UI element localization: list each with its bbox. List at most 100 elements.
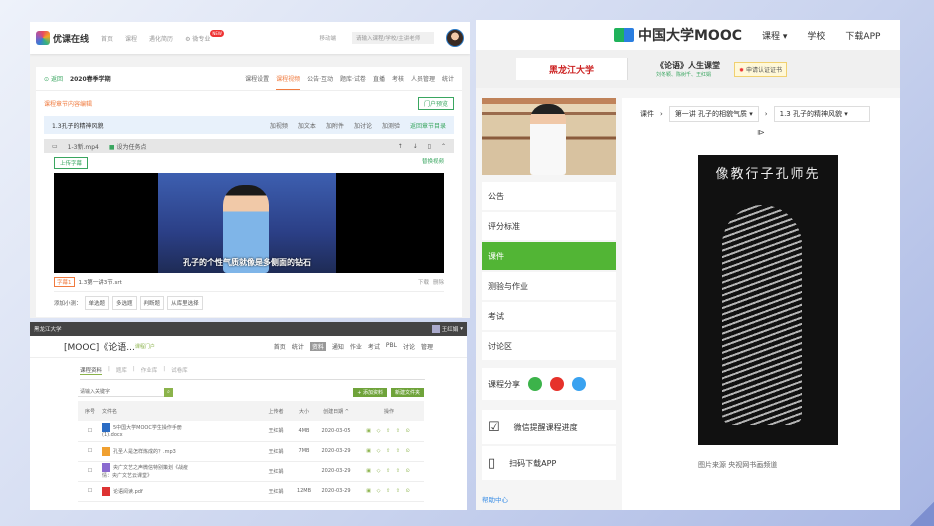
col-filename[interactable]: 文件名 <box>102 401 262 421</box>
add-discussion-button[interactable]: 加讨论 <box>354 121 372 130</box>
delete-link[interactable]: 删除 <box>433 278 444 286</box>
move-up-icon[interactable]: ↑ <box>398 143 403 150</box>
tab-videos[interactable]: 课程视频 <box>276 74 301 90</box>
nav-home[interactable]: 首页 <box>101 34 113 43</box>
menu-quizzes[interactable]: 测验与作业 <box>482 272 616 300</box>
upload-subtitle-button[interactable]: 上传字幕 <box>54 157 89 169</box>
back-catalog-link[interactable]: 返回章节目录 <box>410 121 446 130</box>
nav-materials[interactable]: 资料 <box>309 342 326 351</box>
task-point-checkbox[interactable]: ■ 设为任务点 <box>109 142 147 151</box>
menu-exam[interactable]: 考试 <box>482 302 616 330</box>
mobile-link[interactable]: 移动端 <box>315 32 340 44</box>
qq-icon[interactable] <box>572 377 586 391</box>
replace-video-link[interactable]: 替换视频 <box>422 157 444 169</box>
new-badge: NEW <box>210 29 224 37</box>
row-actions[interactable]: ▣ ◇ ⇧ ⇧ ⊙ <box>354 441 424 462</box>
university-logo[interactable]: 黑龙江大学 <box>516 58 628 80</box>
nav-discussion[interactable]: 讨论 <box>403 342 415 351</box>
tab-assessment[interactable]: 考核 <box>392 74 404 83</box>
subtab-materials[interactable]: 课程资料 <box>80 366 103 375</box>
tab-interaction[interactable]: 公告·互动 <box>307 74 333 83</box>
nav-exam[interactable]: 考试 <box>368 342 380 351</box>
nav-course[interactable]: 课程 <box>125 34 137 43</box>
add-attachment-button[interactable]: 加附件 <box>326 121 344 130</box>
nav-schools[interactable]: 学校 <box>807 29 825 42</box>
add-material-button[interactable]: + 添加资料 <box>353 388 387 397</box>
nav-courses[interactable]: 课程 ▾ <box>762 29 787 42</box>
file-name-cell[interactable]: 孔圣人是怎样炼成的？.mp3 <box>102 441 262 462</box>
avatar[interactable] <box>446 29 464 47</box>
from-bank-button[interactable]: 从库里选择 <box>167 296 203 310</box>
add-video-button[interactable]: 加视频 <box>270 121 288 130</box>
nav-notice[interactable]: 通知 <box>332 342 344 351</box>
file-name-cell[interactable]: 央广文艺之声微信特别策划《战疫 情：央广文艺云课堂》 <box>102 461 262 482</box>
mooc-header: 中国大学MOOC 课程 ▾ 学校 下载APP <box>476 20 900 50</box>
row-checkbox[interactable]: ☐ <box>78 441 102 462</box>
row-checkbox[interactable]: ☐ <box>78 481 102 502</box>
lesson-select[interactable]: 1.3 孔子的精神风貌 ▾ <box>773 106 870 122</box>
back-link[interactable]: ⊙ 返回 <box>44 74 63 83</box>
single-choice-button[interactable]: 单选题 <box>84 296 110 310</box>
nav-homework[interactable]: 作业 <box>350 342 362 351</box>
crumb-courseware[interactable]: 课件 <box>640 109 654 119</box>
tab-members[interactable]: 人员管理 <box>411 74 435 83</box>
user-menu[interactable]: 王红娟 ▾ <box>431 325 463 333</box>
video-row: ▭ 1-3新.mp4 ■ 设为任务点 ↑ ↓ ▯ ⌃ <box>44 139 454 153</box>
help-center-link[interactable]: 帮助中心 <box>482 494 508 504</box>
materials-table: 序号 文件名 上传者 大小 创建日期 ^ 操作 ☐ 5中国大学MOOC学生操作手… <box>78 401 424 502</box>
move-down-icon[interactable]: ↓ <box>413 143 418 150</box>
search-icon[interactable]: ⌕ <box>164 388 173 397</box>
download-link[interactable]: 下载 <box>418 278 429 286</box>
menu-announcements[interactable]: 公告 <box>482 182 616 210</box>
portal-preview-button[interactable]: 门户预览 <box>417 97 454 110</box>
subtab-question-bank[interactable]: 题库 <box>116 366 127 375</box>
nav-manage[interactable]: 管理 <box>421 342 433 351</box>
subtab-paper-bank[interactable]: 试卷库 <box>171 366 188 375</box>
upload-row: 上传字幕 替换视频 <box>36 153 462 173</box>
tab-settings[interactable]: 课程设置 <box>245 74 269 83</box>
tab-question-bank[interactable]: 题库·试卷 <box>340 74 366 83</box>
file-name-cell[interactable]: 论语阅读.pdf <box>102 481 262 502</box>
row-actions[interactable]: ▣ ◇ ⇧ ⇧ ⊙ <box>354 421 424 442</box>
tab-live[interactable]: 直播 <box>373 74 385 83</box>
add-quiz-button[interactable]: 加测验 <box>382 121 400 130</box>
new-folder-button[interactable]: 新建文件夹 <box>390 388 424 397</box>
nav-resume[interactable]: 遇化简历 <box>149 34 173 43</box>
wechat-remind[interactable]: ☑ 微信提醒课程进度 <box>482 410 616 444</box>
true-false-button[interactable]: 判断题 <box>139 296 165 310</box>
add-text-button[interactable]: 加文本 <box>298 121 316 130</box>
nav-micro[interactable]: ⚙ 微专业NEW <box>185 29 224 43</box>
search-input[interactable]: 请输入课程/学校/主讲老师 <box>352 32 434 44</box>
keyword-search-input[interactable]: 请输入关键字 <box>78 388 164 397</box>
multi-choice-button[interactable]: 多选题 <box>112 296 137 310</box>
nav-stats[interactable]: 统计 <box>292 342 304 351</box>
trash-icon[interactable]: ▯ <box>428 143 431 150</box>
subtab-homework-bank[interactable]: 作业库 <box>141 366 158 375</box>
play-icon[interactable]: ⧐ <box>622 128 900 137</box>
menu-courseware[interactable]: 课件 <box>482 242 616 270</box>
col-date[interactable]: 创建日期 ^ <box>318 401 354 421</box>
nav-pbl[interactable]: PBL <box>386 342 397 351</box>
nav-download-app[interactable]: 下载APP <box>845 29 880 42</box>
row-checkbox[interactable]: ☐ <box>78 421 102 442</box>
download-app-label: 扫码下载APP <box>509 458 557 468</box>
row-actions[interactable]: ▣ ◇ ⇧ ⇧ ⊙ <box>354 461 424 482</box>
row-actions[interactable]: ▣ ◇ ⇧ ⇧ ⊙ <box>354 481 424 502</box>
course-tabs: ⊙ 返回 2020春季学期 课程设置 课程视频 公告·互动 题库·试卷 直播 考… <box>36 67 462 91</box>
video-player[interactable]: 孔子的个性气质就像是多侧面的钻石 <box>54 173 444 273</box>
tab-stats[interactable]: 统计 <box>442 74 454 83</box>
user-avatar <box>431 325 440 333</box>
file-name-cell[interactable]: 5中国大学MOOC学生操作手册 (1).docx <box>102 421 262 442</box>
collapse-icon[interactable]: ⌃ <box>441 143 446 150</box>
menu-grading[interactable]: 评分标准 <box>482 212 616 240</box>
wechat-icon[interactable] <box>528 377 542 391</box>
row-checkbox[interactable]: ☐ <box>78 461 102 482</box>
chapter-select[interactable]: 第一讲 孔子的相貌气质 ▾ <box>668 106 759 122</box>
portal-link[interactable]: 课程门户 <box>135 343 155 350</box>
apply-certificate-button[interactable]: ✹ 申请认证证书 <box>734 61 787 77</box>
download-app[interactable]: ▯ 扫码下载APP <box>482 446 616 480</box>
mooc-logo[interactable]: 中国大学MOOC <box>614 25 742 45</box>
menu-discussion[interactable]: 讨论区 <box>482 332 616 360</box>
nav-home[interactable]: 首页 <box>274 342 286 351</box>
weibo-icon[interactable] <box>550 377 564 391</box>
